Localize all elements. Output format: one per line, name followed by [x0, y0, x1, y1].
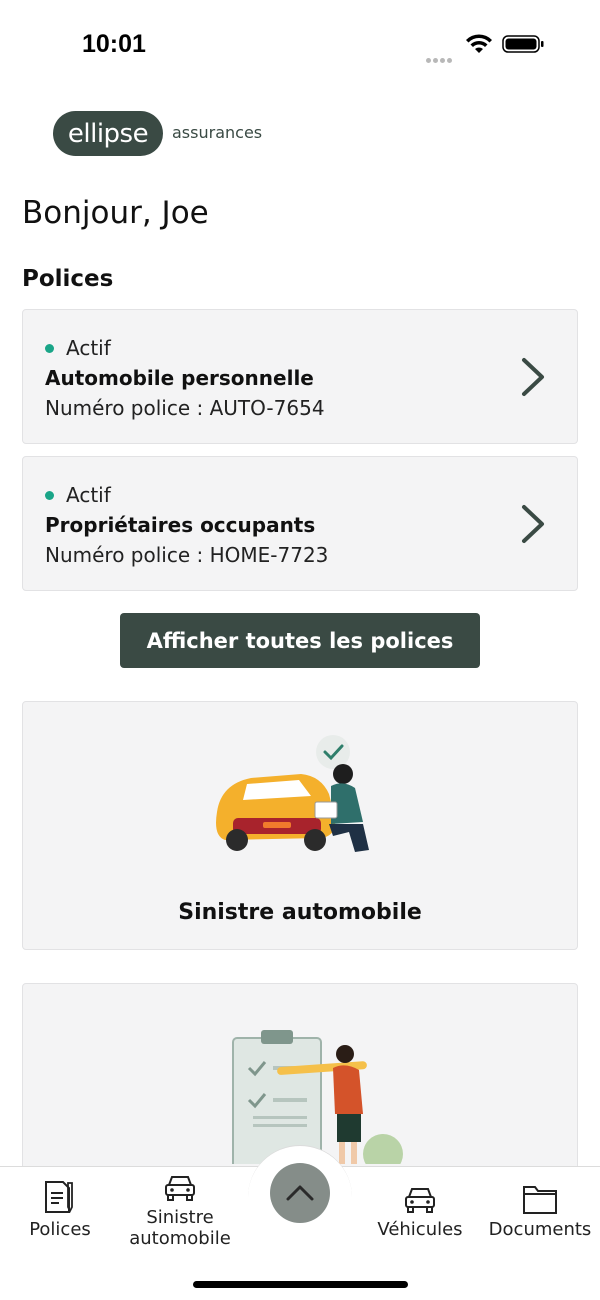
active-status-dot [45, 490, 54, 500]
status-bar: 10:01 [0, 0, 600, 90]
logo-subtitle: assurances [172, 123, 263, 142]
policy-number: Numéro police : AUTO-7654 [45, 396, 325, 420]
status-time: 10:01 [82, 30, 146, 58]
tab-vehicules[interactable]: Véhicules [370, 1185, 470, 1240]
tab-label: Documents [488, 1219, 592, 1240]
policy-document-icon [45, 1181, 73, 1214]
brand-logo: ellipse assurances [53, 111, 262, 156]
policy-card[interactable]: Actif Propriétaires occupants Numéro pol… [22, 456, 578, 591]
policies-section-title: Polices [22, 266, 114, 292]
tab-label-line2: automobile [129, 1228, 231, 1249]
home-indicator [193, 1281, 408, 1288]
show-all-policies-button[interactable]: Afficher toutes les polices [120, 613, 480, 668]
car-icon [405, 1188, 435, 1213]
greeting: Bonjour, Joe [22, 195, 209, 231]
active-status-dot [45, 343, 54, 353]
policy-card[interactable]: Actif Automobile personnelle Numéro poli… [22, 309, 578, 444]
policy-name: Propriétaires occupants [45, 513, 316, 537]
chevron-up-icon [286, 1185, 314, 1201]
tab-label: Véhicules [377, 1219, 463, 1240]
policy-status: Actif [45, 483, 111, 507]
policy-status-label: Actif [66, 483, 111, 507]
claim-form-illustration [232, 1030, 403, 1164]
tab-documents[interactable]: Documents [484, 1183, 596, 1240]
signal-icon [426, 48, 456, 63]
policy-number: Numéro police : HOME-7723 [45, 543, 329, 567]
chevron-right-icon[interactable] [519, 356, 547, 398]
folder-icon [523, 1186, 557, 1214]
tab-sinistre-automobile[interactable]: Sinistre automobile [118, 1173, 242, 1249]
car-accident-illustration [216, 735, 369, 852]
tab-polices[interactable]: Polices [20, 1179, 100, 1240]
policy-name: Automobile personnelle [45, 366, 314, 390]
expand-menu-button[interactable] [270, 1163, 330, 1223]
policy-status-label: Actif [66, 336, 111, 360]
wifi-icon [466, 34, 492, 53]
chevron-right-icon[interactable] [519, 503, 547, 545]
car-icon [165, 1176, 195, 1201]
claim-label: Sinistre automobile [178, 900, 422, 925]
bottom-tab-bar: Polices Sinistre automobile Véhicules Do… [0, 1145, 600, 1300]
tab-label-line1: Sinistre [146, 1207, 214, 1228]
logo-name: ellipse [53, 111, 163, 156]
battery-icon [502, 35, 544, 53]
tab-label: Polices [29, 1219, 91, 1240]
auto-claim-card[interactable]: Sinistre automobile [22, 701, 578, 950]
policy-status: Actif [45, 336, 111, 360]
